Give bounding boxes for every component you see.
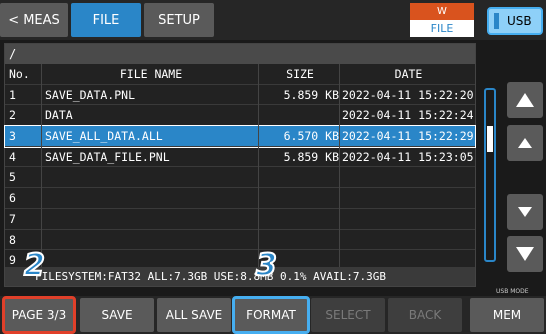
scrollbar-thumb[interactable] bbox=[487, 126, 493, 152]
table-row[interactable]: 6 bbox=[5, 188, 475, 209]
tab-setup-label: SETUP bbox=[158, 12, 200, 28]
row-date: 2022-04-11 15:23:05 bbox=[342, 149, 474, 164]
page-up-button[interactable] bbox=[507, 82, 543, 118]
table-row[interactable]: 7 bbox=[5, 209, 475, 230]
save-button-label: SAVE bbox=[101, 308, 133, 322]
row-no: 4 bbox=[9, 149, 16, 164]
row-name: SAVE_ALL_DATA.ALL bbox=[45, 129, 163, 144]
mem-button[interactable]: MEM bbox=[470, 298, 544, 332]
page-up-icon bbox=[516, 93, 534, 107]
header-date: DATE bbox=[394, 67, 423, 81]
row-date: 2022-04-11 15:22:20 bbox=[342, 87, 474, 102]
up-icon bbox=[518, 138, 532, 148]
scrollbar[interactable] bbox=[484, 88, 496, 262]
header-no: No. bbox=[9, 67, 30, 81]
all-save-button[interactable]: ALL SAVE bbox=[157, 298, 231, 332]
row-size: 6.570 KB bbox=[283, 129, 339, 144]
row-no: 7 bbox=[9, 211, 16, 226]
all-save-button-label: ALL SAVE bbox=[165, 308, 223, 322]
format-button[interactable]: FORMAT bbox=[232, 296, 310, 334]
callout-number: 2 bbox=[23, 247, 46, 284]
tab-file-label: FILE bbox=[92, 12, 120, 28]
table-row[interactable]: 2 DATA 2022-04-11 15:22:24 bbox=[5, 105, 475, 127]
tab-setup[interactable]: SETUP bbox=[144, 3, 214, 37]
format-button-label: FORMAT bbox=[246, 308, 296, 322]
row-date: 2022-04-11 15:22:29 bbox=[342, 129, 474, 144]
back-button[interactable]: BACK bbox=[388, 298, 462, 332]
down-icon bbox=[518, 207, 532, 217]
table-row[interactable]: 4 SAVE_DATA_FILE.PNL 5.859 KB 2022-04-11… bbox=[5, 147, 475, 168]
tab-meas-label: < MEAS bbox=[8, 12, 60, 28]
row-name: SAVE_DATA_FILE.PNL bbox=[45, 149, 170, 164]
column-divider bbox=[41, 64, 42, 267]
row-size: 5.859 KB bbox=[283, 149, 339, 164]
filesystem-info: FILESYSTEM:FAT32 ALL:7.3GB USE:8.8MB 0.1… bbox=[5, 267, 475, 286]
page-down-button[interactable] bbox=[507, 236, 543, 272]
row-no: 6 bbox=[9, 191, 16, 206]
status-warning: W bbox=[410, 3, 474, 20]
row-no: 5 bbox=[9, 170, 16, 185]
page-button-label: PAGE 3/3 bbox=[11, 308, 67, 322]
row-date: 2022-04-11 15:22:24 bbox=[342, 108, 474, 123]
page-down-icon bbox=[516, 247, 534, 261]
row-size: 5.859 KB bbox=[283, 87, 339, 102]
row-no: 2 bbox=[9, 108, 16, 123]
usb-label: USB bbox=[507, 14, 532, 28]
mem-button-label: MEM bbox=[492, 308, 522, 322]
row-no: 1 bbox=[9, 87, 16, 102]
table-row[interactable]: 8 bbox=[5, 230, 475, 251]
usb-indicator-icon bbox=[494, 13, 499, 29]
row-name: DATA bbox=[45, 108, 73, 123]
top-bar: < MEAS FILE SETUP W FILE USB bbox=[0, 0, 546, 40]
row-name: SAVE_DATA.PNL bbox=[45, 87, 136, 102]
scroll-down-button[interactable] bbox=[507, 194, 543, 230]
status-indicator: W FILE bbox=[410, 3, 474, 37]
file-list-panel: / No. FILE NAME SIZE DATE 1 SAVE_DATA.PN… bbox=[4, 43, 476, 287]
function-bar: PAGE 3/3 SAVE ALL SAVE FORMAT SELECT BAC… bbox=[0, 296, 546, 334]
page-button[interactable]: PAGE 3/3 bbox=[2, 296, 76, 334]
tab-meas[interactable]: < MEAS bbox=[0, 3, 68, 37]
usb-mode-label: USB MODE bbox=[496, 288, 529, 295]
back-button-label: BACK bbox=[408, 308, 442, 322]
tab-file[interactable]: FILE bbox=[71, 3, 141, 37]
callout-number: 3 bbox=[255, 247, 278, 284]
status-mode: FILE bbox=[410, 20, 474, 37]
table-row-selected[interactable]: 3 SAVE_ALL_DATA.ALL 6.570 KB 2022-04-11 … bbox=[4, 125, 476, 148]
header-file-name: FILE NAME bbox=[119, 67, 183, 81]
row-no: 3 bbox=[9, 129, 16, 144]
header-size: SIZE bbox=[286, 67, 314, 81]
current-path: / bbox=[5, 44, 475, 64]
table-row[interactable]: 1 SAVE_DATA.PNL 5.859 KB 2022-04-11 15:2… bbox=[5, 85, 475, 106]
file-list-header: No. FILE NAME SIZE DATE bbox=[5, 64, 475, 85]
select-button-label: SELECT bbox=[325, 308, 371, 322]
column-divider bbox=[258, 64, 259, 267]
select-button[interactable]: SELECT bbox=[311, 298, 385, 332]
save-button[interactable]: SAVE bbox=[80, 298, 154, 332]
scroll-up-button[interactable] bbox=[507, 125, 543, 161]
usb-button[interactable]: USB bbox=[487, 7, 543, 35]
column-divider bbox=[339, 64, 340, 267]
table-row[interactable]: 5 bbox=[5, 167, 475, 189]
